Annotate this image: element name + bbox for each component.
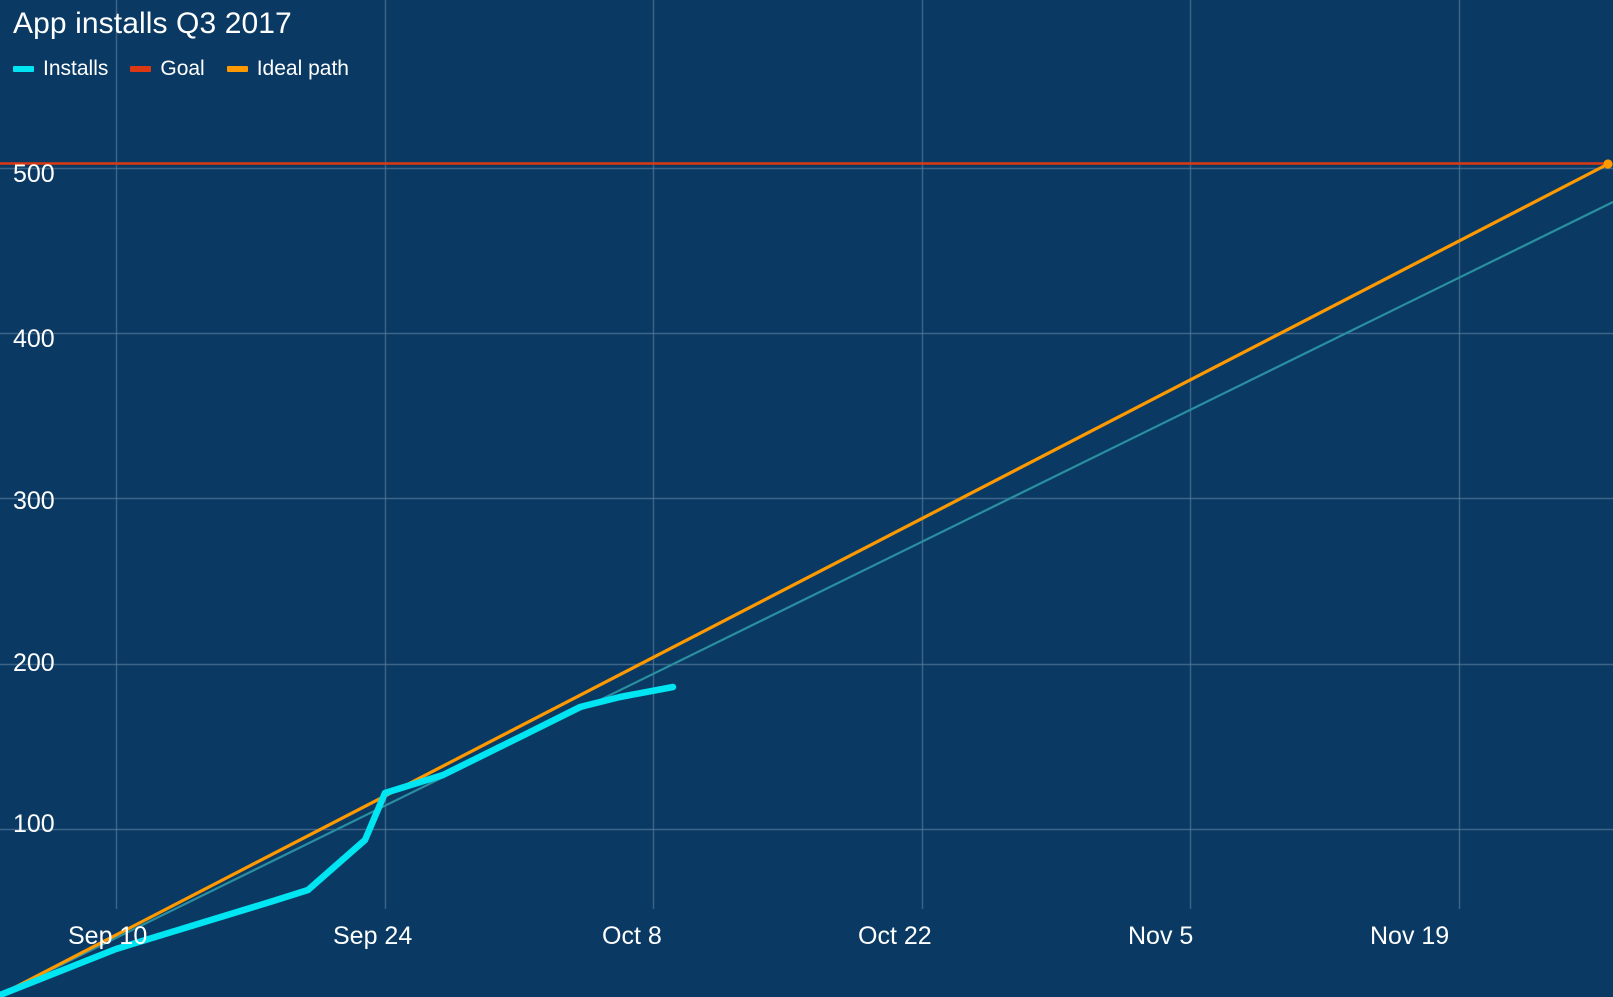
ideal-path-end-point: [1603, 159, 1613, 169]
plot-area: [0, 0, 1613, 997]
x-axis-tick-oct-22: Oct 22: [858, 922, 932, 950]
legend-item-installs[interactable]: Installs: [13, 56, 108, 82]
legend-item-goal[interactable]: Goal: [130, 56, 205, 82]
series-line-installs-trend: [0, 201, 1613, 996]
legend-label-installs: Installs: [43, 57, 109, 80]
x-axis-tick-oct-8: Oct 8: [602, 922, 662, 950]
legend-swatch-goal: [130, 66, 152, 72]
horizontal-gridlines: [0, 167, 1613, 831]
x-axis-tick-nov-19: Nov 19: [1370, 922, 1450, 950]
x-axis-tick-sep-10: Sep 10: [68, 922, 148, 950]
y-axis-tick-100: 100: [13, 810, 55, 838]
legend-swatch-installs: [13, 66, 34, 72]
y-axis-tick-500: 500: [13, 160, 55, 188]
legend-label-goal: Goal: [160, 57, 205, 80]
legend-swatch-ideal-path: [226, 66, 248, 72]
legend-item-ideal-path[interactable]: Ideal path: [226, 56, 349, 82]
chart-title: App installs Q3 2017: [13, 7, 292, 40]
series-line-ideal-path: [0, 162, 1610, 997]
vertical-gridlines: [115, 0, 1461, 909]
y-axis-tick-200: 200: [13, 649, 55, 677]
chart-legend: Installs Goal Ideal path: [13, 56, 349, 82]
y-axis-tick-300: 300: [13, 487, 55, 515]
x-axis-tick-nov-5: Nov 5: [1128, 922, 1194, 950]
legend-label-ideal-path: Ideal path: [256, 57, 349, 80]
chart-container: App installs Q3 2017 Installs Goal Ideal…: [0, 0, 1613, 997]
x-axis-tick-sep-24: Sep 24: [333, 922, 413, 950]
y-axis-tick-400: 400: [13, 325, 55, 353]
